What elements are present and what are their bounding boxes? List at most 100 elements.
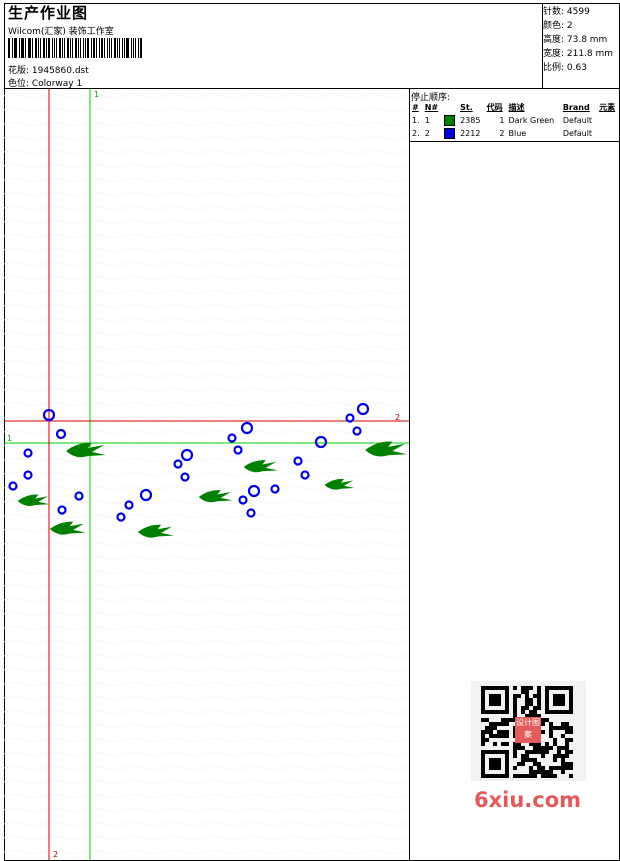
- watermark-stamp: 设计图案: [515, 717, 541, 743]
- row-n: 2: [424, 129, 430, 138]
- qr-module: [525, 758, 529, 762]
- barcode-bar: [121, 38, 124, 58]
- barcode-bar: [35, 38, 37, 58]
- qr-module: [513, 746, 517, 750]
- vertical-guide-2-label: 2: [53, 850, 58, 859]
- qr-module: [565, 742, 569, 746]
- barcode-bar: [103, 38, 105, 58]
- qr-module: [549, 774, 553, 778]
- barcode-bar: [32, 38, 34, 58]
- thread-table: # N# St. 代码 描述 Brand 元素 1. 1 2385 1 Dark…: [410, 101, 619, 140]
- page-title: 生产作业图: [8, 4, 89, 22]
- qr-module: [493, 734, 497, 738]
- design-scale: 比例: 0.63: [543, 63, 587, 73]
- qr-module: [521, 746, 525, 750]
- qr-module: [533, 706, 537, 710]
- qr-module: [569, 738, 573, 742]
- qr-module: [525, 706, 529, 710]
- qr-module: [497, 730, 501, 734]
- qr-module: [485, 738, 489, 742]
- qr-module: [541, 754, 545, 758]
- qr-module: [505, 742, 509, 746]
- design-width: 宽度: 211.8 mm: [543, 49, 614, 59]
- barcode: [8, 38, 143, 58]
- qr-module: [485, 730, 489, 734]
- design-svg: 1 1 2 2: [4, 89, 409, 860]
- qr-module: [557, 750, 561, 754]
- qr-module: [553, 742, 557, 746]
- barcode-bar: [8, 38, 10, 58]
- row-code: 1: [499, 116, 505, 125]
- thread-table-divider: [409, 141, 620, 142]
- qr-module: [537, 746, 541, 750]
- company-subtitle: Wilcom(汇家) 装饰工作室: [8, 27, 114, 37]
- barcode-bar: [130, 38, 132, 58]
- row-element: [597, 127, 619, 140]
- qr-module: [545, 770, 549, 774]
- qr-module: [533, 774, 537, 778]
- stitch-count: 针数: 4599: [543, 7, 590, 17]
- qr-module: [561, 746, 565, 750]
- qr-module: [493, 722, 497, 726]
- qr-module: [553, 754, 557, 758]
- qr-module: [509, 718, 513, 722]
- barcode-bar: [101, 38, 103, 58]
- row-element: [597, 114, 619, 127]
- qr-module: [545, 718, 549, 722]
- qr-module: [505, 722, 509, 726]
- barcode-bar: [61, 38, 63, 58]
- qr-module: [545, 742, 549, 746]
- barcode-bar: [46, 38, 48, 58]
- row-desc: Blue: [508, 129, 527, 138]
- barcode-bar: [134, 38, 137, 58]
- barcode-bar: [27, 38, 29, 58]
- barcode-bar: [140, 38, 143, 58]
- qr-module: [521, 762, 525, 766]
- qr-module: [553, 758, 557, 762]
- barcode-bar: [59, 38, 61, 58]
- qr-module: [549, 730, 553, 734]
- qr-module: [561, 754, 565, 758]
- thread-table-header: # N# St. 代码 描述 Brand 元素: [410, 101, 619, 114]
- barcode-bar: [92, 38, 96, 58]
- qr-module: [533, 750, 537, 754]
- qr-code: 设计图案: [471, 681, 586, 781]
- barcode-bar: [77, 38, 79, 58]
- barcode-bar: [85, 38, 87, 58]
- qr-module: [569, 750, 573, 754]
- barcode-bar: [19, 38, 21, 58]
- qr-module: [565, 762, 569, 766]
- qr-module: [537, 686, 541, 690]
- qr-module: [501, 742, 505, 746]
- qr-module: [521, 706, 525, 710]
- qr-module: [489, 726, 493, 730]
- qr-module: [565, 750, 569, 754]
- design-height: 高度: 73.8 mm: [543, 35, 608, 45]
- qr-module: [481, 742, 485, 746]
- barcode-bar: [106, 38, 108, 58]
- qr-module: [481, 718, 485, 722]
- qr-module: [565, 730, 569, 734]
- row-stitches: 2385: [460, 116, 481, 125]
- qr-module: [525, 694, 529, 698]
- qr-module: [537, 698, 541, 702]
- barcode-bar: [79, 38, 82, 58]
- qr-module: [561, 734, 565, 738]
- barcode-bar: [15, 38, 18, 58]
- row-swatch: [442, 114, 458, 127]
- design-canvas: 1 1 2 2: [4, 89, 409, 860]
- barcode-bar: [118, 38, 120, 58]
- qr-module: [517, 762, 521, 766]
- barcode-bar: [116, 38, 118, 58]
- qr-module: [533, 710, 537, 714]
- col-n: N#: [424, 103, 439, 112]
- qr-module: [569, 762, 573, 766]
- qr-module: [541, 730, 545, 734]
- qr-module: [481, 730, 485, 734]
- qr-module: [513, 694, 517, 698]
- col-stitches: St.: [460, 103, 473, 112]
- qr-module: [489, 722, 493, 726]
- col-num: #: [412, 103, 419, 112]
- row-brand: Default: [562, 116, 593, 125]
- qr-module: [541, 718, 545, 722]
